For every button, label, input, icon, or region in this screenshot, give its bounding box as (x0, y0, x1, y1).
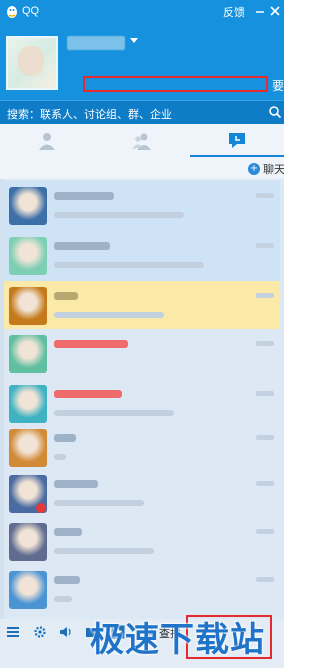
session-name-blurred (54, 390, 122, 398)
session-name-blurred (54, 292, 78, 300)
session-item[interactable] (4, 469, 280, 523)
session-name-blurred (54, 340, 128, 348)
session-avatar (9, 187, 47, 225)
add-chat-label[interactable]: 聊天 (263, 161, 284, 177)
session-item[interactable] (4, 565, 280, 619)
nickname-blurred[interactable] (67, 36, 125, 50)
session-item[interactable] (4, 231, 280, 285)
group-icon (132, 133, 151, 150)
user-avatar[interactable] (6, 36, 58, 90)
session-avatar (9, 429, 47, 467)
search-placeholder: 搜索：联系人、讨论组、群、企业 (7, 108, 172, 121)
session-name-blurred (54, 480, 98, 488)
add-chat-button[interactable]: + (248, 163, 260, 175)
session-time-blurred (256, 391, 274, 396)
menu-icon[interactable] (6, 625, 20, 639)
session-preview-blurred (54, 596, 72, 602)
search-bar[interactable]: 搜索：联系人、讨论组、群、企业 (0, 100, 284, 124)
signature-edit-highlight[interactable] (83, 76, 268, 92)
session-preview-blurred (54, 262, 204, 268)
session-item[interactable] (4, 517, 280, 571)
qq-penguin-icon (7, 6, 17, 18)
status-dropdown-icon[interactable] (130, 38, 138, 43)
session-name-blurred (54, 434, 76, 442)
session-time-blurred (256, 193, 274, 198)
session-preview-blurred (54, 312, 164, 318)
person-icon (39, 133, 55, 150)
session-name-blurred (54, 192, 114, 200)
tab-chats[interactable] (190, 124, 284, 157)
session-avatar (9, 287, 47, 325)
session-time-blurred (256, 243, 274, 248)
feedback-link[interactable]: 反馈 (223, 4, 245, 20)
session-time-blurred (256, 529, 274, 534)
session-item[interactable] (4, 281, 280, 335)
session-time-blurred (256, 577, 274, 582)
main-tabs (0, 124, 284, 158)
app-title: QQ (22, 5, 40, 17)
session-item[interactable] (4, 329, 280, 383)
session-avatar (9, 523, 47, 561)
unread-badge (36, 503, 46, 513)
session-preview-blurred (54, 500, 144, 506)
session-bar: + 聊天 (0, 157, 284, 179)
session-time-blurred (256, 481, 274, 486)
gear-icon[interactable] (33, 625, 47, 639)
session-time-blurred (256, 341, 274, 346)
qq-main-window: QQ 反馈 要 搜索：联系人、讨论组、群、企业 + 聊天 查找 极速下载站 (0, 0, 284, 668)
tab-contacts[interactable] (0, 124, 94, 157)
session-preview-blurred (54, 212, 184, 218)
session-item[interactable] (4, 181, 280, 235)
session-name-blurred (54, 528, 82, 536)
session-preview-blurred (54, 454, 66, 460)
session-preview-blurred (54, 410, 174, 416)
minimize-button[interactable] (254, 4, 266, 18)
session-preview-blurred (54, 548, 154, 554)
tab-groups[interactable] (95, 124, 189, 157)
session-avatar (9, 237, 47, 275)
session-avatar (9, 385, 47, 423)
search-icon[interactable] (268, 105, 282, 119)
session-time-blurred (256, 293, 274, 298)
title-bar: QQ 反馈 (0, 0, 284, 24)
speaker-icon[interactable] (59, 625, 73, 639)
session-name-blurred (54, 242, 110, 250)
close-button[interactable] (268, 4, 282, 18)
session-name-blurred (54, 576, 80, 584)
session-list (0, 179, 284, 619)
session-avatar (9, 335, 47, 373)
side-char: 要 (272, 79, 284, 93)
profile-header: 要 (0, 24, 284, 100)
session-time-blurred (256, 435, 274, 440)
session-avatar (9, 571, 47, 609)
chat-icon (229, 133, 245, 148)
watermark: 极速下载站 (90, 620, 265, 660)
